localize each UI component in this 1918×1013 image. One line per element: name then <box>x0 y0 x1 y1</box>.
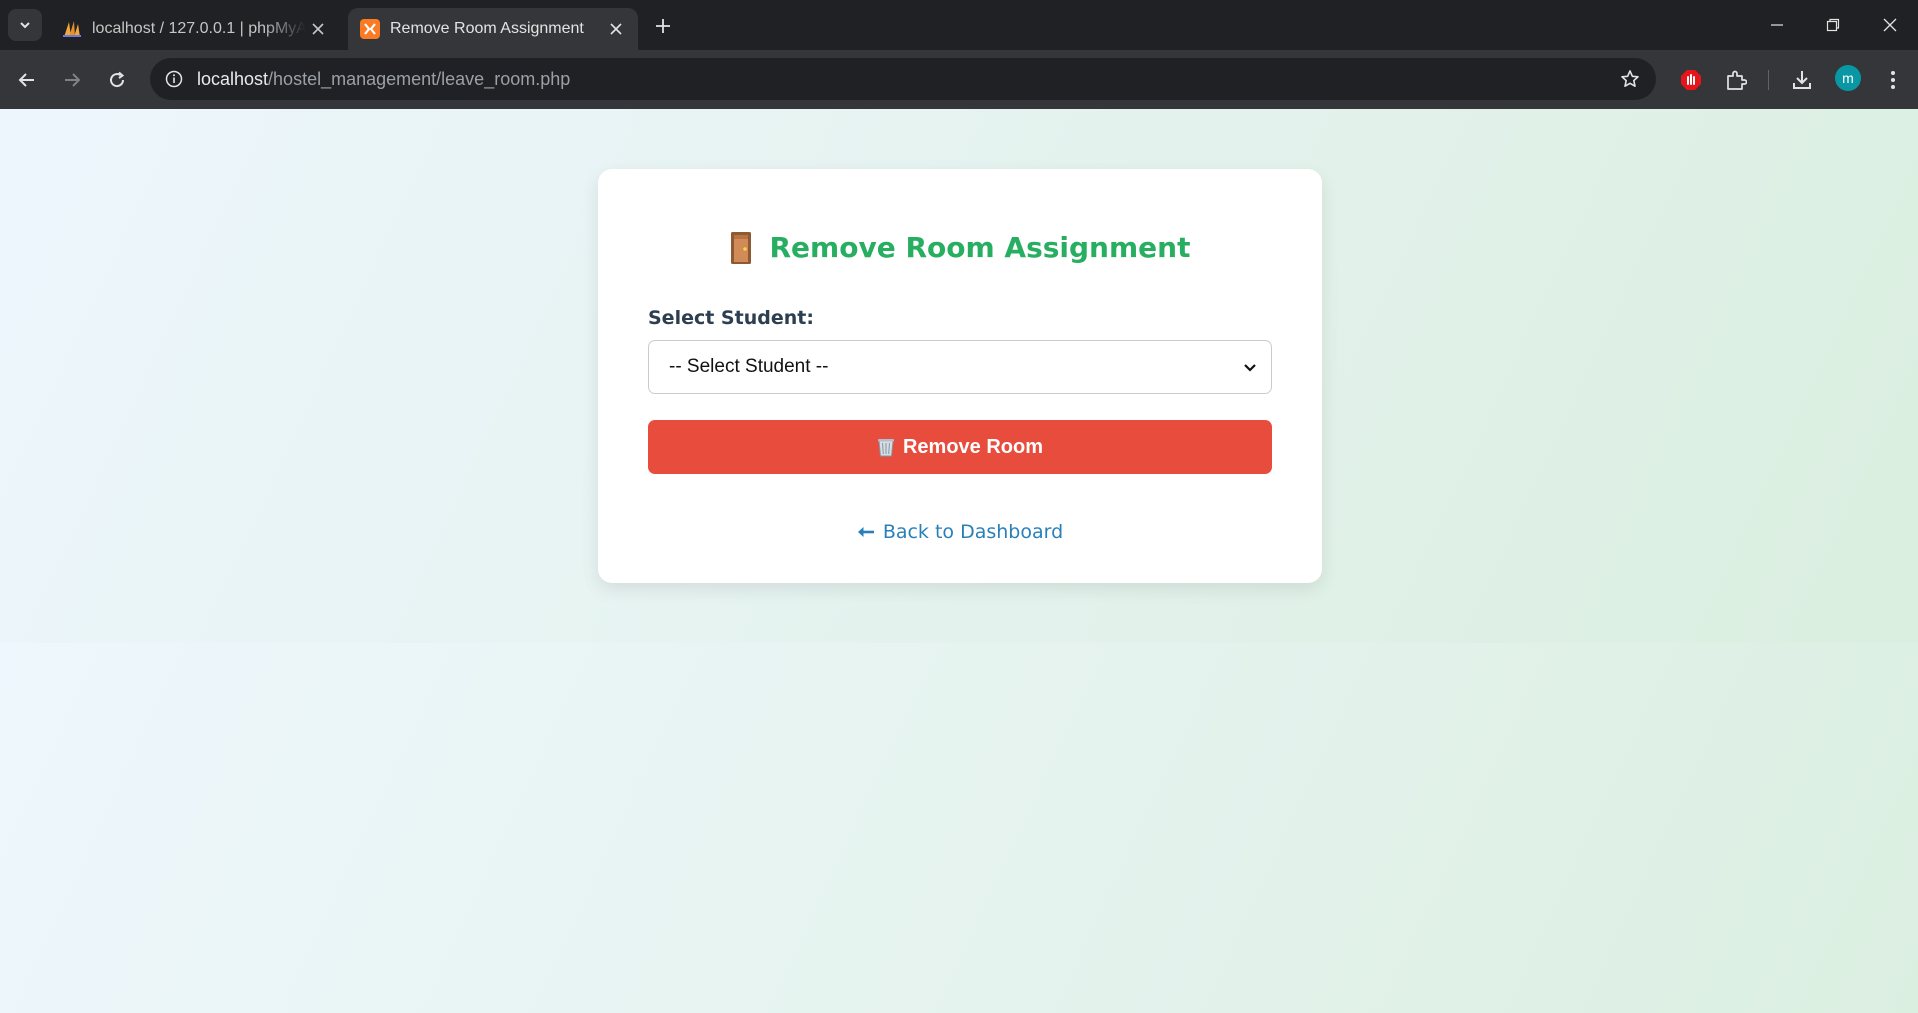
close-tab-icon[interactable] <box>306 17 330 41</box>
arrow-right-icon <box>65 73 81 87</box>
close-icon <box>1883 18 1897 32</box>
menu-kebab-icon[interactable] <box>1878 65 1908 95</box>
adblock-extension-icon[interactable] <box>1676 65 1706 95</box>
tab-title: Remove Room Assignment <box>390 20 584 37</box>
minimize-icon <box>1771 24 1783 26</box>
tab-search-button[interactable] <box>8 9 42 41</box>
site-info-icon[interactable] <box>159 64 189 94</box>
extensions-puzzle-icon[interactable] <box>1721 65 1751 95</box>
page-background: Remove Room Assignment Select Student: -… <box>0 109 1918 1013</box>
remove-room-button[interactable]: Remove Room <box>648 420 1272 474</box>
toolbar-separator <box>1768 70 1769 90</box>
url-host: localhost <box>197 68 269 89</box>
tab-phpmyadmin[interactable]: localhost / 127.0.0.1 | phpMyAd <box>50 8 340 50</box>
back-button[interactable] <box>10 63 44 97</box>
tab-title: localhost / 127.0.0.1 | phpMyAd <box>92 20 306 37</box>
wastebasket-icon <box>877 437 895 457</box>
remove-room-button-label: Remove Room <box>902 435 1044 458</box>
student-select-value: -- Select Student -- <box>669 356 829 377</box>
browser-tab-strip: localhost / 127.0.0.1 | phpMyAd Remove R… <box>0 0 1918 50</box>
address-bar[interactable]: localhost/hostel_management/leave_room.p… <box>150 58 1656 100</box>
profile-avatar[interactable]: m <box>1835 65 1861 91</box>
page-background-lower <box>0 643 1918 1013</box>
forward-button[interactable] <box>55 63 89 97</box>
student-select[interactable]: -- Select Student -- <box>648 340 1272 394</box>
left-arrow-icon <box>857 526 875 538</box>
back-to-dashboard-link[interactable]: Back to Dashboard <box>598 521 1322 543</box>
door-icon <box>730 231 752 264</box>
restore-icon <box>1826 18 1840 32</box>
new-tab-button[interactable] <box>650 13 676 39</box>
tab-remove-room-assignment[interactable]: Remove Room Assignment <box>348 8 638 50</box>
plus-icon <box>656 19 670 33</box>
chevron-down-icon <box>20 22 30 29</box>
arrow-left-icon <box>18 73 34 87</box>
close-tab-icon[interactable] <box>604 17 628 41</box>
url-path: /hostel_management/leave_room.php <box>268 68 571 89</box>
select-student-label: Select Student: <box>648 307 814 329</box>
reload-icon <box>110 71 125 88</box>
bookmark-star-icon[interactable] <box>1618 67 1642 91</box>
browser-toolbar: localhost/hostel_management/leave_room.p… <box>0 50 1918 109</box>
close-window-button[interactable] <box>1870 10 1910 40</box>
xampp-icon <box>360 19 380 39</box>
back-to-dashboard-label: Back to Dashboard <box>882 521 1064 543</box>
chevron-down-icon <box>1241 359 1259 377</box>
minimize-button[interactable] <box>1757 10 1797 40</box>
url-text: localhost/hostel_management/leave_room.p… <box>197 69 570 90</box>
remove-room-card: Remove Room Assignment Select Student: -… <box>598 169 1322 583</box>
downloads-icon[interactable] <box>1787 65 1817 95</box>
reload-button[interactable] <box>100 63 134 97</box>
phpmyadmin-icon <box>62 19 82 39</box>
page-title: Remove Room Assignment <box>598 231 1322 264</box>
restore-button[interactable] <box>1813 10 1853 40</box>
page-title-text: Remove Room Assignment <box>769 231 1191 264</box>
